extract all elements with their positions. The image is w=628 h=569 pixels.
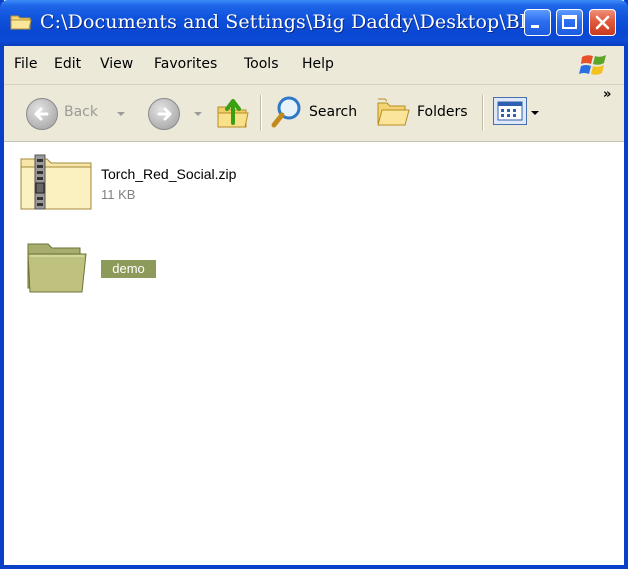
search-icon[interactable] (271, 95, 303, 129)
up-folder-icon[interactable] (214, 93, 250, 131)
search-button[interactable]: Search (309, 104, 357, 120)
back-label[interactable]: Back (64, 104, 98, 120)
minimize-icon (531, 25, 539, 28)
minimize-button[interactable] (524, 9, 551, 36)
back-dropdown-arrow-icon[interactable] (117, 112, 125, 116)
forward-button[interactable] (148, 98, 180, 130)
back-button[interactable] (26, 98, 58, 130)
views-button[interactable] (493, 97, 527, 125)
forward-arrow-icon (157, 107, 172, 121)
zip-folder-icon[interactable] (19, 153, 99, 211)
folder-name-selected[interactable]: demo (101, 260, 156, 278)
windows-logo-icon (579, 55, 606, 75)
toolbar: Back Search Folders » (4, 85, 624, 142)
folder-icon[interactable] (24, 236, 90, 296)
maximize-button[interactable] (556, 9, 583, 36)
menu-file[interactable]: File (14, 56, 37, 72)
folder-icon (10, 15, 32, 30)
window-title: C:\Documents and Settings\Big Daddy\Desk… (40, 11, 545, 33)
menu-favorites[interactable]: Favorites (154, 56, 217, 72)
views-grid-icon (497, 101, 523, 121)
menu-edit[interactable]: Edit (54, 56, 81, 72)
toolbar-separator (482, 95, 483, 131)
folders-icon[interactable] (375, 95, 411, 129)
forward-dropdown-arrow-icon[interactable] (194, 112, 202, 116)
folders-button[interactable]: Folders (417, 104, 468, 120)
menu-help[interactable]: Help (302, 56, 334, 72)
toolbar-separator (260, 95, 261, 131)
views-dropdown-arrow-icon[interactable] (531, 111, 539, 115)
maximize-icon (562, 15, 577, 29)
close-button[interactable] (589, 9, 616, 36)
menu-view[interactable]: View (100, 56, 133, 72)
menu-bar: File Edit View Favorites Tools Help (4, 46, 624, 85)
toolbar-overflow-chevron[interactable]: » (603, 87, 611, 102)
close-icon (595, 15, 610, 30)
file-size: 11 KB (101, 187, 136, 202)
back-arrow-icon (34, 107, 49, 121)
file-name[interactable]: Torch_Red_Social.zip (101, 166, 236, 182)
title-bar[interactable]: C:\Documents and Settings\Big Daddy\Desk… (0, 0, 628, 46)
explorer-window: C:\Documents and Settings\Big Daddy\Desk… (0, 0, 628, 569)
menu-tools[interactable]: Tools (244, 56, 279, 72)
